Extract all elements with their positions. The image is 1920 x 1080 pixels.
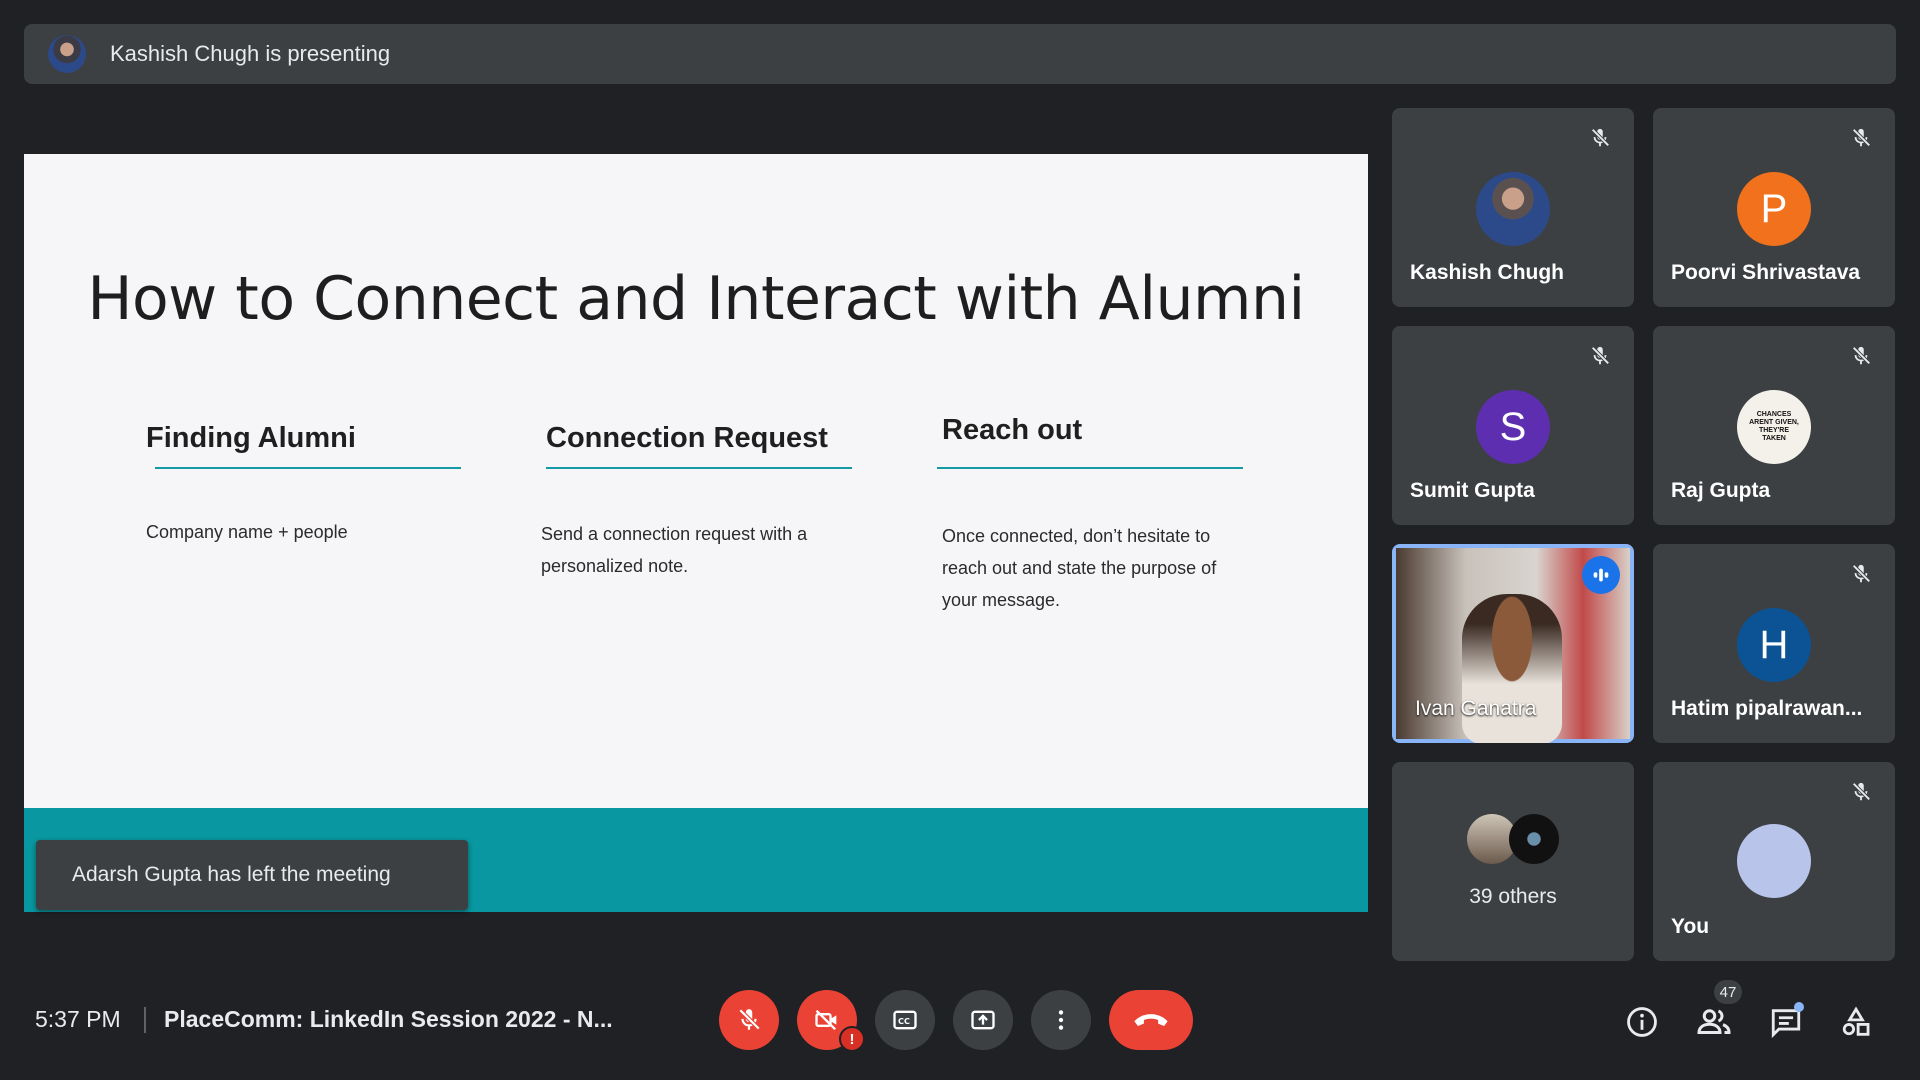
mic-off-icon — [1845, 340, 1877, 372]
participant-tile[interactable]: P Poorvi Shrivastava — [1653, 108, 1895, 307]
avatar: H — [1737, 608, 1811, 682]
others-count-label: 39 others — [1469, 885, 1557, 908]
present-screen-icon — [971, 1010, 995, 1030]
avatar: CHANCES ARENT GIVEN, THEY'RE TAKEN — [1737, 390, 1811, 464]
end-call-icon — [1134, 1014, 1168, 1026]
mic-off-icon — [1845, 776, 1877, 808]
meeting-title[interactable]: PlaceComm: LinkedIn Session 2022 - N... — [164, 1006, 613, 1033]
clock: 5:37 PM — [35, 1006, 121, 1032]
column-underline — [937, 467, 1243, 469]
column-heading: Connection Request — [546, 422, 828, 454]
avatar — [1509, 814, 1559, 864]
speaking-indicator-icon — [1582, 556, 1620, 594]
notification-toast: Adarsh Gupta has left the meeting — [36, 840, 468, 910]
participant-name: Kashish Chugh — [1410, 261, 1565, 284]
column-underline — [546, 467, 852, 469]
others-avatars — [1467, 814, 1559, 864]
column-body: Send a connection request with a persona… — [541, 524, 808, 576]
participant-count-badge: 47 — [1714, 980, 1742, 1004]
avatar: P — [1737, 172, 1811, 246]
participant-name: Raj Gupta — [1671, 479, 1771, 502]
column-heading: Reach out — [942, 414, 1083, 446]
toast-text: Adarsh Gupta has left the meeting — [72, 863, 391, 886]
participant-tile-active[interactable]: Ivan Ganatra — [1392, 544, 1634, 743]
closed-captions-icon: CC — [893, 1010, 917, 1030]
participant-tile[interactable]: H Hatim pipalrawan... — [1653, 544, 1895, 743]
meeting-details-button[interactable] — [1622, 1002, 1662, 1042]
svg-text:CC: CC — [898, 1016, 910, 1026]
slide-column-reach-out: Reach out Once connected, don’t hesitate… — [937, 414, 1243, 610]
column-underline — [155, 467, 461, 469]
people-button[interactable] — [1694, 1002, 1734, 1042]
captions-button[interactable]: CC — [875, 990, 935, 1050]
mic-off-icon — [1584, 122, 1616, 154]
mic-off-icon — [1845, 558, 1877, 590]
avatar — [1737, 824, 1811, 898]
chat-button[interactable] — [1766, 1002, 1806, 1042]
leave-call-button[interactable] — [1109, 990, 1193, 1050]
activities-button[interactable] — [1836, 1002, 1876, 1042]
camera-toggle-button[interactable]: ! — [797, 990, 865, 1052]
column-heading: Finding Alumni — [146, 422, 356, 454]
presenting-banner: Kashish Chugh is presenting — [24, 24, 1896, 84]
info-icon — [1627, 1007, 1657, 1037]
mic-toggle-button[interactable] — [719, 990, 779, 1050]
avatar: S — [1476, 390, 1550, 464]
unread-dot — [1794, 1002, 1804, 1012]
people-icon — [1697, 1009, 1731, 1034]
slide-title: How to Connect and Interact with Alumni — [87, 264, 1305, 334]
more-options-button[interactable] — [1031, 990, 1091, 1050]
divider — [144, 1007, 146, 1033]
presenting-text: Kashish Chugh is presenting — [110, 41, 391, 66]
participant-name: Ivan Ganatra — [1415, 697, 1537, 720]
activities-icon — [1842, 1006, 1870, 1036]
participant-name: Sumit Gupta — [1410, 479, 1535, 502]
participant-name: Poorvi Shrivastava — [1671, 261, 1861, 284]
slide-column-connection-request: Connection Request Send a connection req… — [541, 422, 852, 576]
participant-tile[interactable]: S Sumit Gupta — [1392, 326, 1634, 525]
warning-icon: ! — [839, 1026, 865, 1052]
avatar — [1476, 172, 1550, 246]
others-tile[interactable]: 39 others — [1392, 762, 1634, 961]
mic-off-icon — [738, 1008, 761, 1031]
participant-name: Hatim pipalrawan... — [1671, 697, 1863, 720]
mic-off-icon — [1845, 122, 1877, 154]
participant-tile[interactable]: CHANCES ARENT GIVEN, THEY'RE TAKEN Raj G… — [1653, 326, 1895, 525]
column-body: Once connected, don’t hesitate to reach … — [942, 526, 1217, 610]
mic-off-icon — [1584, 340, 1616, 372]
more-vert-icon — [1058, 1010, 1064, 1030]
self-tile[interactable]: You — [1653, 762, 1895, 961]
presenter-avatar — [48, 35, 86, 73]
camera-off-icon — [815, 1009, 837, 1031]
participant-name: You — [1671, 915, 1710, 938]
present-now-button[interactable] — [953, 990, 1013, 1050]
participant-tile[interactable]: Kashish Chugh — [1392, 108, 1634, 307]
shared-slide: How to Connect and Interact with Alumni … — [24, 154, 1368, 912]
column-body: Company name + people — [146, 522, 348, 542]
slide-column-finding-alumni: Finding Alumni Company name + people — [146, 422, 461, 542]
